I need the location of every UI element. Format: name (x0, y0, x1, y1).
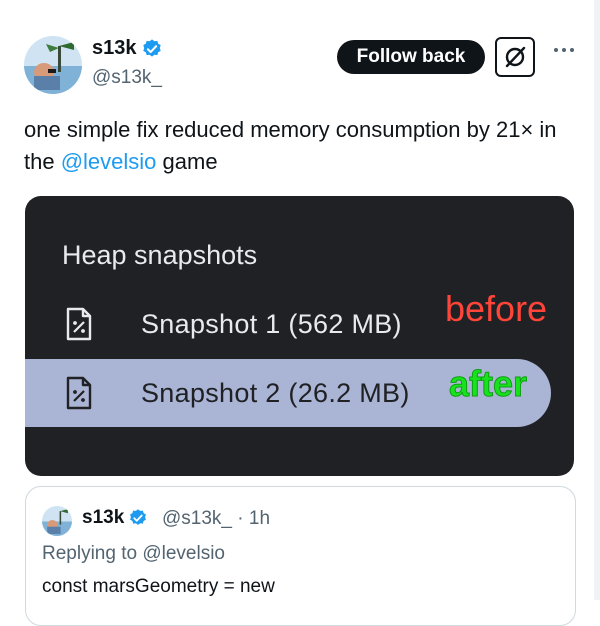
tweet-text: one simple fix reduced memory consumptio… (24, 114, 584, 178)
before-annotation: before (445, 288, 548, 329)
replying-to: Replying to @levelsio (42, 543, 225, 565)
quote-handle-time[interactable]: @s13k_ · 1h (162, 508, 270, 530)
author-avatar[interactable] (24, 36, 82, 94)
heap-snapshots-title: Heap snapshots (62, 240, 258, 270)
author-display-name[interactable]: s13k (92, 37, 163, 60)
file-percent-icon (66, 376, 92, 410)
more-icon[interactable] (553, 40, 575, 62)
snapshot-label: Snapshot 1 (562 MB) (141, 308, 402, 339)
quote-display-name[interactable]: s13k (82, 507, 148, 529)
quote-avatar[interactable] (42, 506, 72, 536)
verified-badge-icon (130, 509, 147, 525)
quote-name-text[interactable]: s13k (82, 507, 124, 529)
tweet-text-part: game (156, 149, 218, 174)
file-percent-icon (66, 307, 92, 341)
snapshot-row: Snapshot 1 (562 MB) before (25, 288, 574, 358)
snapshot-row-selected: Snapshot 2 (26.2 MB) after (25, 359, 551, 427)
quoted-tweet[interactable]: s13k @s13k_ · 1h Replying to @levelsio c… (25, 486, 576, 626)
author-handle[interactable]: @s13k_ (92, 67, 162, 89)
after-annotation: after (448, 363, 528, 405)
follow-back-button[interactable]: Follow back (337, 40, 485, 74)
tweet-media-image[interactable]: Heap snapshots Snapshot 1 (562 MB) befor… (25, 196, 574, 476)
author-name-text[interactable]: s13k (92, 37, 137, 60)
verified-badge-icon (142, 38, 161, 57)
mention-link[interactable]: @levelsio (61, 149, 157, 174)
grok-icon[interactable] (495, 37, 535, 77)
replying-prefix: Replying to (42, 543, 143, 564)
snapshot-label: Snapshot 2 (26.2 MB) (141, 377, 410, 408)
quote-text: const marsGeometry = new (42, 576, 275, 597)
timeline-border (594, 0, 600, 600)
replying-mention-link[interactable]: @levelsio (142, 543, 225, 564)
